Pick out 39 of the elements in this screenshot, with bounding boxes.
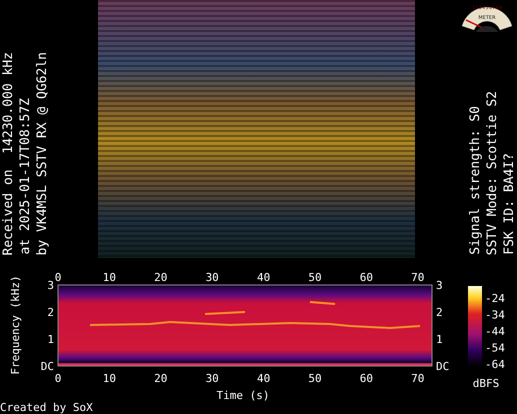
colorbar-tick-label: -64 — [485, 358, 505, 371]
time-tick-label: 40 — [256, 372, 270, 385]
reception-info-text: Received on 14230.000 kHz — [1, 52, 16, 255]
decode-info-text: FSK ID: BA4I? — [502, 153, 517, 255]
frequency-tick-label: 2 — [47, 306, 54, 319]
colorbar-tick-label: -34 — [485, 308, 505, 322]
y-axis-title: Frequency (kHz) — [9, 275, 22, 375]
colorbar-tick-label: -44 — [485, 325, 505, 338]
x-axis-title: Time (s) — [216, 389, 270, 402]
time-tick-label: 30 — [206, 372, 219, 385]
time-tick-label: 60 — [360, 271, 374, 284]
time-tick-label: 10 — [102, 271, 116, 284]
frequency-tick-label: 3 — [47, 279, 54, 292]
time-tick-label: 40 — [256, 271, 270, 284]
frequency-tick-label: 3 — [436, 279, 443, 292]
colorbar-unit: dBFS — [472, 377, 500, 390]
frequency-tick-label: 1 — [47, 333, 54, 346]
time-tick-label: 30 — [206, 271, 219, 284]
frequency-tick-label: DC — [436, 360, 450, 373]
time-tick-label: 60 — [360, 372, 374, 385]
colorbar-tick-label: -24 — [485, 292, 505, 305]
decode-info-text: SSTV Mode: Scottie S2 — [485, 90, 500, 255]
time-tick-label: 70 — [411, 372, 424, 385]
decode-info-text: Signal strength: S0 — [468, 106, 483, 255]
time-tick-label: 50 — [308, 372, 322, 385]
footer-text: Created by SoX — [0, 401, 93, 414]
frequency-tick-label: 1 — [436, 333, 443, 346]
colorbar-tick-label: -54 — [485, 342, 505, 354]
frequency-tick-label: DC — [40, 360, 54, 373]
time-tick-label: 10 — [102, 372, 116, 385]
time-tick-label: 70 — [411, 271, 424, 284]
time-tick-label: 20 — [154, 372, 168, 385]
time-tick-label: 20 — [154, 271, 168, 284]
reception-info-text: by VK4MSL SSTV RX @ QG62ln — [35, 52, 50, 255]
frequency-tick-label: 2 — [436, 306, 443, 319]
time-tick-label: 0 — [54, 372, 62, 385]
time-tick-label: 0 — [54, 271, 62, 284]
time-tick-label: 50 — [308, 271, 322, 284]
reception-info-text: at 2025-01-17T08:57Z — [18, 98, 33, 255]
